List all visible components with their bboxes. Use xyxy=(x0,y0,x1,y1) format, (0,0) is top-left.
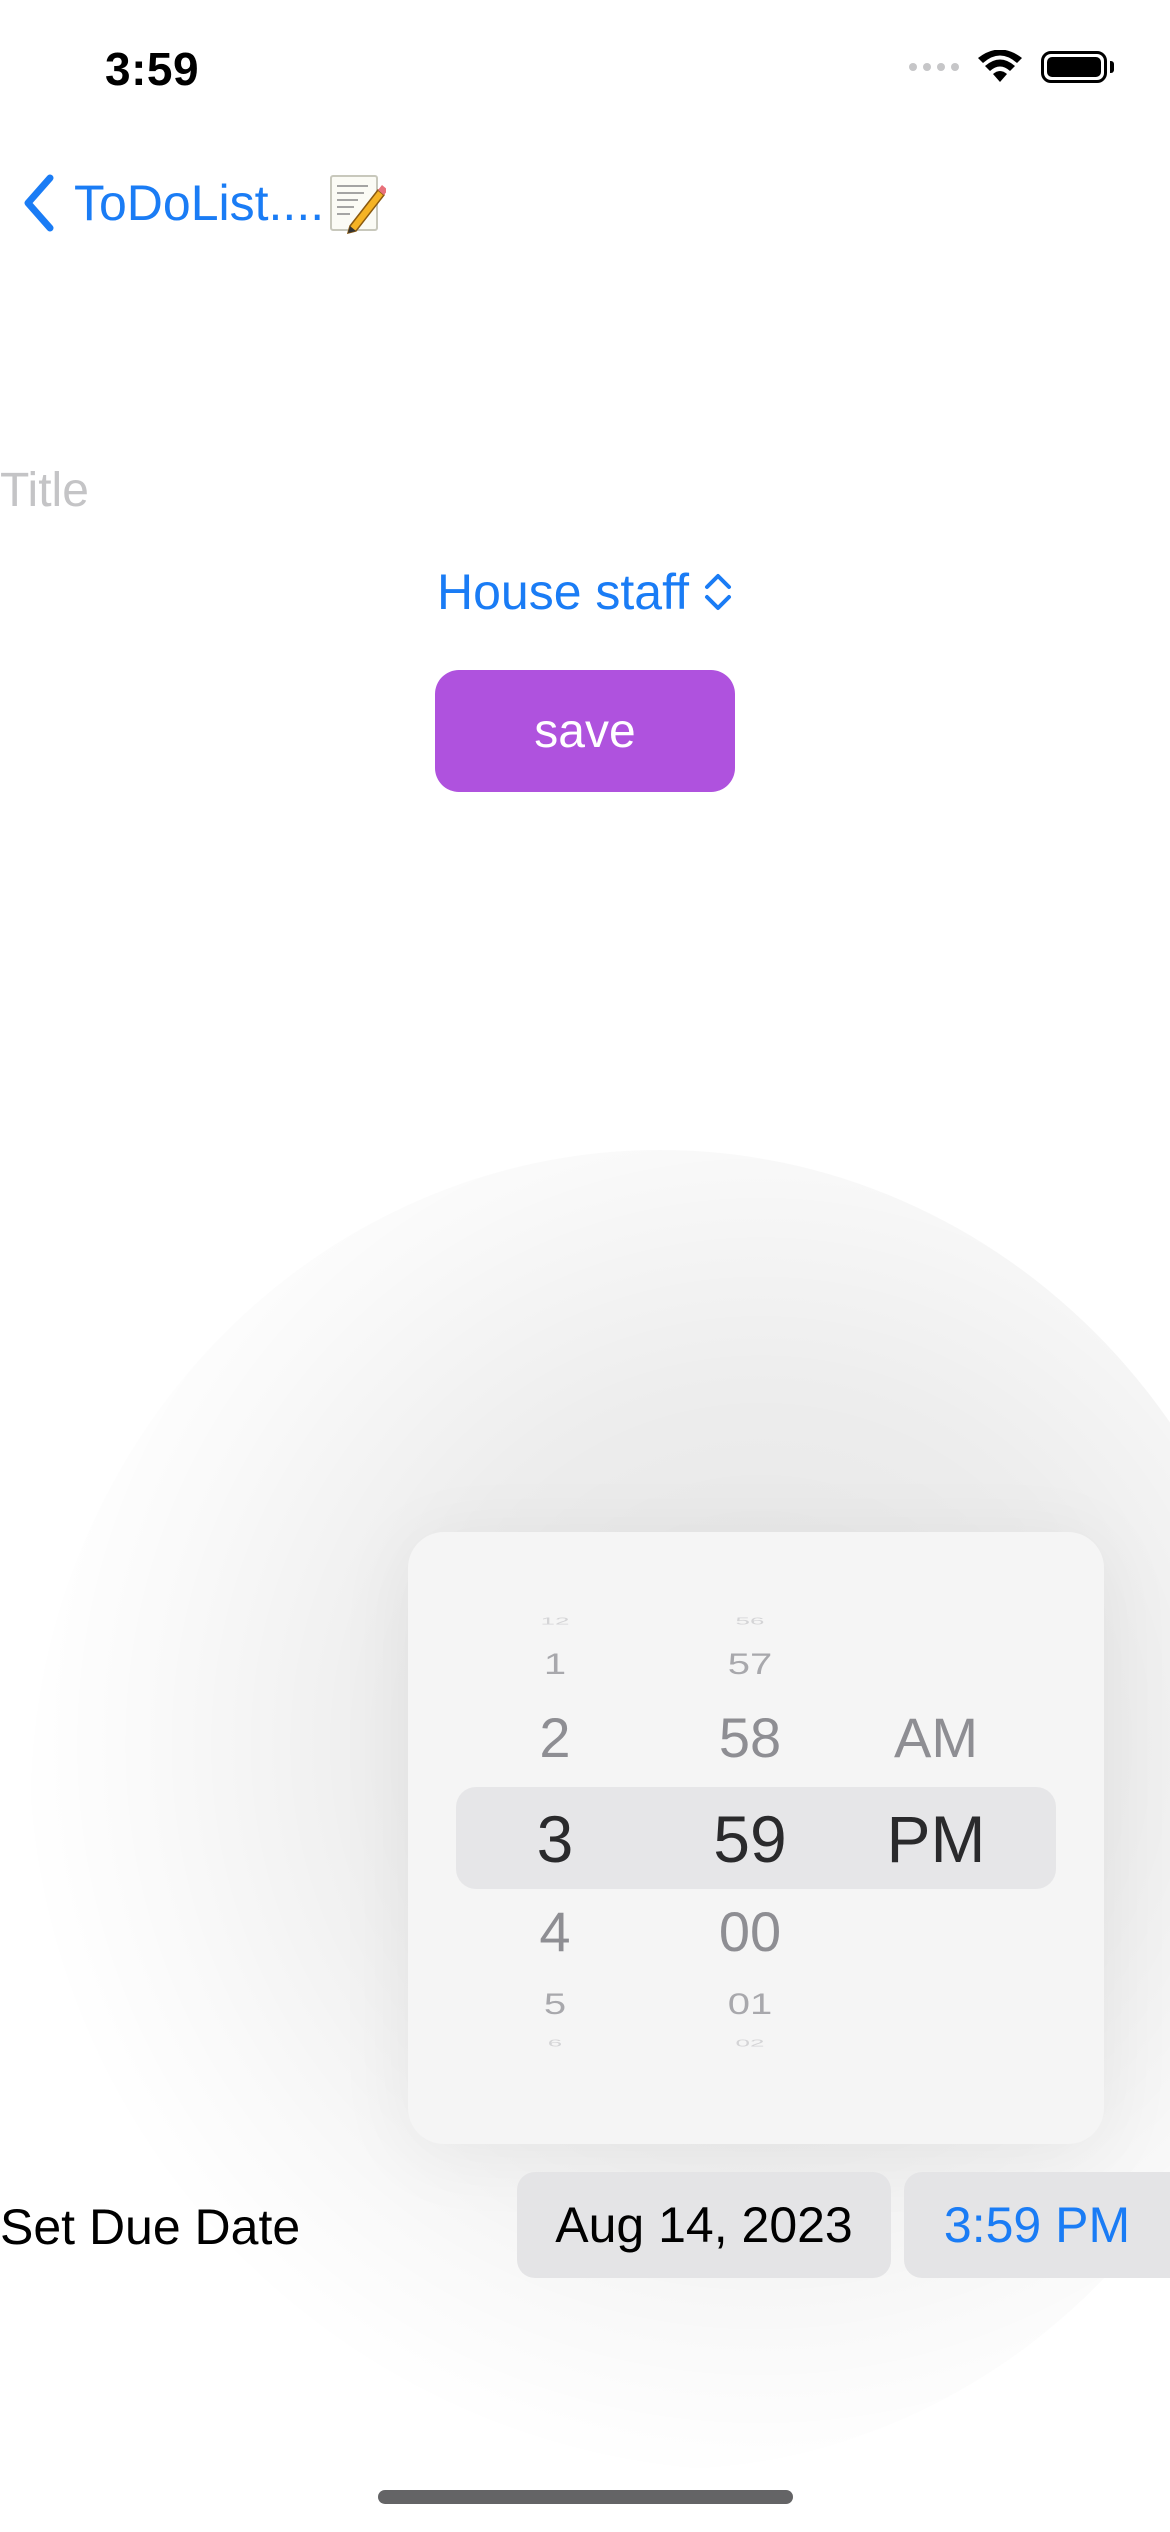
status-time: 3:59 xyxy=(105,43,200,95)
category-selected-label: House staff xyxy=(436,564,689,620)
minute-option[interactable]: 00 xyxy=(660,1904,840,1960)
screen: 3:59 ToDoList.... Title House staff save… xyxy=(0,0,1170,2532)
hour-option[interactable]: 6 xyxy=(465,2038,645,2048)
minute-wheel[interactable]: 56 57 58 59 00 01 02 xyxy=(660,1532,840,2144)
period-option[interactable]: AM xyxy=(846,1710,1026,1766)
home-indicator[interactable] xyxy=(378,2490,793,2504)
chevron-left-icon xyxy=(24,174,54,232)
cellular-signal-icon xyxy=(909,63,959,71)
memo-icon xyxy=(330,175,387,234)
hour-option[interactable]: 5 xyxy=(465,1989,645,2019)
minute-option[interactable]: 57 xyxy=(660,1649,840,1679)
save-button-label: save xyxy=(534,704,636,758)
hour-option[interactable]: 2 xyxy=(465,1710,645,1766)
hour-option[interactable]: 1 xyxy=(465,1649,645,1679)
minute-option[interactable]: 56 xyxy=(660,1616,840,1626)
due-time-button[interactable]: 3:59 PM xyxy=(904,2172,1170,2278)
due-date-button[interactable]: Aug 14, 2023 xyxy=(517,2172,891,2278)
minute-option-selected[interactable]: 59 xyxy=(660,1806,840,1872)
status-icons xyxy=(909,50,1114,84)
time-picker-popover: 12 1 2 3 4 5 6 56 57 58 59 00 01 02 AM P… xyxy=(408,1532,1104,2144)
period-wheel[interactable]: AM PM xyxy=(846,1532,1026,2144)
due-time-value: 3:59 PM xyxy=(943,2197,1131,2253)
minute-option[interactable]: 58 xyxy=(660,1710,840,1766)
title-input[interactable] xyxy=(0,455,900,525)
due-date-label: Set Due Date xyxy=(0,2199,301,2255)
battery-icon xyxy=(1041,51,1114,83)
chevron-up-down-icon xyxy=(705,574,731,610)
save-button[interactable]: save xyxy=(435,670,735,792)
hour-option[interactable]: 12 xyxy=(465,1616,645,1626)
due-date-value: Aug 14, 2023 xyxy=(555,2197,853,2253)
hour-option[interactable]: 4 xyxy=(465,1904,645,1960)
back-button[interactable]: ToDoList.... xyxy=(22,172,387,234)
minute-option[interactable]: 01 xyxy=(660,1989,840,2019)
hour-option-selected[interactable]: 3 xyxy=(465,1806,645,1872)
back-label: ToDoList.... xyxy=(74,175,325,231)
minute-option[interactable]: 02 xyxy=(660,2038,840,2048)
wifi-icon xyxy=(978,50,1022,82)
hour-wheel[interactable]: 12 1 2 3 4 5 6 xyxy=(465,1532,645,2144)
category-picker[interactable]: House staff xyxy=(0,563,1170,621)
period-option-selected[interactable]: PM xyxy=(846,1806,1026,1872)
